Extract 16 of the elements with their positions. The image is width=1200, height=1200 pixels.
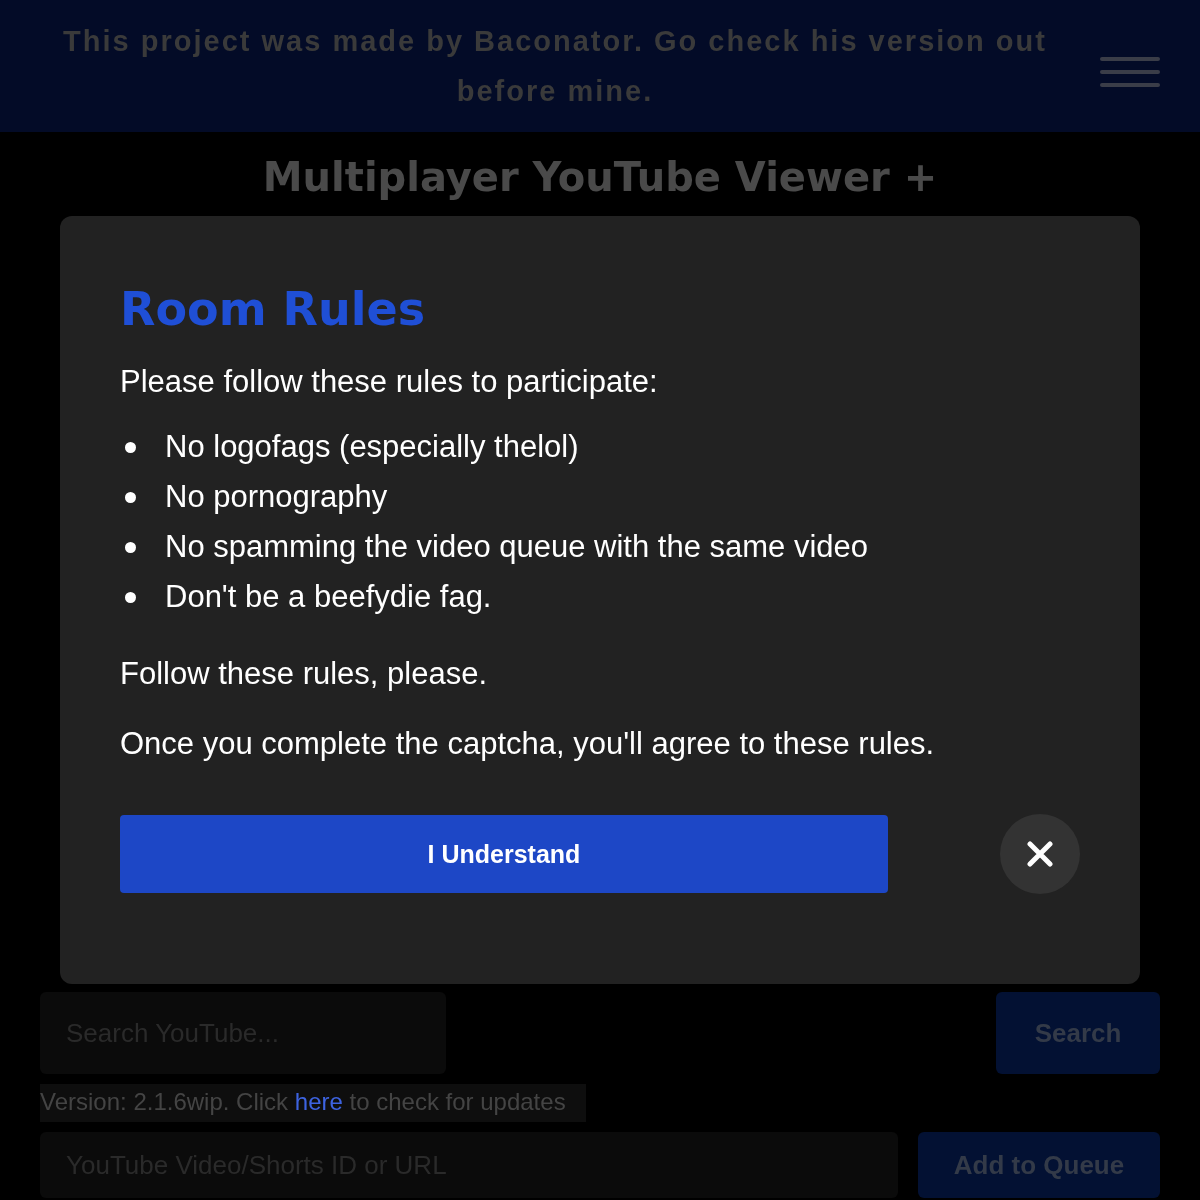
page-title: Multiplayer YouTube Viewer + [261,153,939,202]
dialog-heading: Room Rules [120,282,427,336]
bullet-icon [125,491,136,503]
bullet-icon [125,591,136,603]
dialog-note: Once you complete the captcha, you'll agree to these rules. [120,726,936,762]
dialog-note: Follow these rules, please. [120,656,489,692]
rule-text: No pornography [165,479,388,515]
update-link[interactable]: here [294,1088,343,1115]
confirm-button[interactable]: I Understand [120,815,888,893]
rule-text: Don't be a beefydie fag. [165,579,492,615]
dialog-intro: Please follow these rules to participate: [120,364,659,400]
bullet-icon [125,541,136,553]
rule-text: No logofags (especially thelol) [165,429,579,465]
bullet-icon [125,441,136,453]
rule-text: No spamming the video queue with the same video [165,529,869,565]
close-icon [1027,841,1053,867]
